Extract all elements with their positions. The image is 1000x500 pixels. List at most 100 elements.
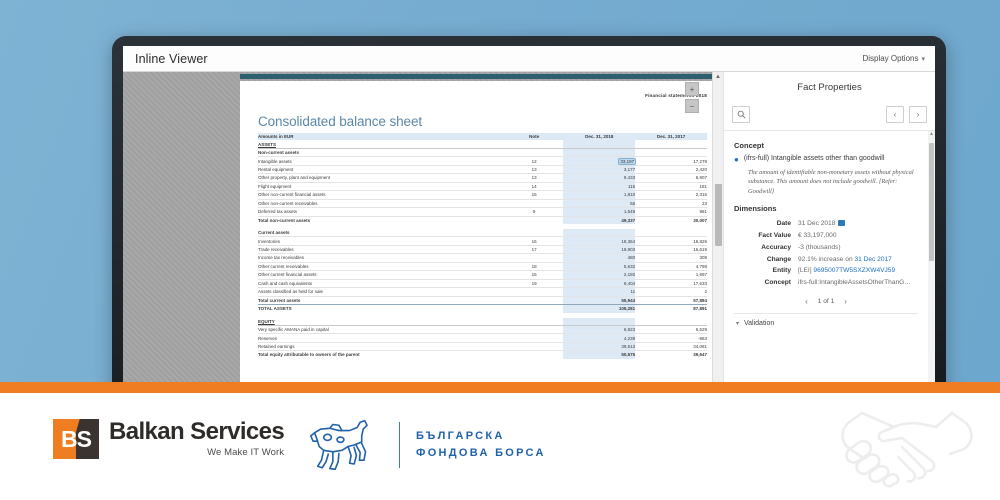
row-label: Other property, plant and equipment [258, 173, 505, 183]
fact-nav-buttons: ‹ › [886, 106, 927, 123]
row-value-year2[interactable]: 1,697 [635, 270, 707, 280]
row-value-year1[interactable]: 55,944 [563, 295, 636, 305]
row-value-year2[interactable] [635, 148, 707, 158]
row-label: Retained earnings [258, 342, 505, 352]
row-value-year2[interactable]: 39,647 [635, 350, 707, 359]
row-label: Income tax receivables [258, 253, 505, 263]
display-options-button[interactable]: Display Options ▾ [862, 54, 925, 63]
validation-label: Validation [744, 319, 775, 327]
row-value-year2[interactable]: 6,907 [635, 173, 707, 183]
row-value-year1[interactable] [563, 228, 636, 238]
row-value-year1[interactable]: 5,632 [563, 262, 636, 272]
row-label: Intangible assets [258, 156, 505, 166]
row-value-year1[interactable]: 11 [563, 287, 636, 297]
bs-monogram-icon: BS [53, 419, 99, 459]
row-value-year2[interactable] [635, 228, 707, 238]
app-header: Inline Viewer Display Options ▾ [123, 46, 935, 72]
row-value-year1[interactable]: 50,575 [563, 350, 636, 359]
row-value-year2[interactable]: 981 [635, 207, 707, 217]
row-label: Total non-current assets [258, 215, 505, 224]
row-value-year1[interactable]: 105,281 [563, 304, 636, 313]
row-value-year1[interactable] [563, 317, 636, 326]
row-value-year1[interactable]: 19,903 [563, 245, 636, 255]
row-value-year1[interactable]: 49,337 [563, 215, 636, 224]
row-label: ASSETS [258, 140, 505, 149]
row-value-year1[interactable]: 2,150 [563, 270, 636, 280]
pager-text: 1 of 1 [817, 297, 835, 305]
viewer-scroll-thumb[interactable] [715, 184, 722, 246]
row-value-year2[interactable]: 34,081 [635, 342, 707, 352]
search-icon[interactable] [732, 106, 750, 123]
laptop-frame: Inline Viewer Display Options ▾ Financia… [112, 36, 946, 382]
row-value-year1[interactable]: 1,810 [563, 190, 636, 200]
fact-scroll-up-icon[interactable]: ▲ [928, 131, 935, 138]
row-value-year2[interactable]: -963 [635, 333, 707, 343]
row-value-year2[interactable]: 309 [635, 253, 707, 263]
zoom-in-button[interactable]: + [685, 82, 699, 96]
row-value-year2[interactable]: 30,007 [635, 215, 707, 224]
row-value-year2[interactable]: 4,798 [635, 262, 707, 272]
row-value-year2[interactable]: 2,420 [635, 165, 707, 175]
row-value-year1[interactable]: 4,239 [563, 333, 636, 343]
table-row: Total current assets 55,944 57,884 [258, 295, 707, 305]
zoom-out-button[interactable]: − [685, 99, 699, 113]
row-value-year1[interactable]: 18,364 [563, 236, 636, 246]
row-value-year2[interactable]: 17,279 [635, 156, 707, 166]
row-note [504, 295, 564, 305]
table-row: Intangible assets 12 33,197 17,279 [258, 156, 707, 166]
handshake-glyph [841, 411, 973, 488]
table-row: Total equity attributable to owners of t… [258, 350, 707, 359]
document-accent-bar [240, 74, 723, 79]
fact-panel-scrollbar[interactable]: ▲ [928, 131, 935, 382]
row-value-year2[interactable]: 16,619 [635, 245, 707, 255]
footer: BS Balkan Services We Make IT Work БЪЛГА… [0, 393, 1000, 500]
row-value-year1[interactable]: 3,177 [563, 165, 636, 175]
row-value-year1[interactable]: 6,823 [563, 325, 636, 335]
row-value-year2[interactable]: 6,529 [635, 325, 707, 335]
row-value-year1[interactable] [563, 148, 636, 158]
scroll-up-arrow-icon[interactable]: ▲ [713, 72, 723, 82]
table-row: EQUITY [258, 317, 707, 326]
chevron-down-icon: ▾ [736, 320, 740, 327]
validation-section-toggle[interactable]: ▾ Validation [734, 312, 918, 327]
previous-fact-button[interactable]: ‹ [886, 106, 904, 123]
dimension-link[interactable]: 31 Dec 2017 [854, 256, 891, 263]
dimension-link[interactable]: 9695007TW5SXZXW4VJ59 [813, 267, 895, 274]
row-value-year1[interactable]: 9,404 [563, 279, 636, 289]
row-value-year2[interactable]: 16,826 [635, 236, 707, 246]
row-value-year2[interactable]: 57,884 [635, 295, 707, 305]
row-note: 16 [504, 236, 564, 246]
row-value-year2[interactable]: 2,316 [635, 190, 707, 200]
row-value-year2[interactable]: 2 [635, 287, 707, 297]
row-value-year1[interactable] [563, 140, 636, 149]
row-value-year2[interactable]: 181 [635, 182, 707, 192]
row-value-year1[interactable]: 9,433 [563, 173, 636, 183]
next-fact-button[interactable]: › [909, 106, 927, 123]
row-value-year2[interactable] [635, 317, 707, 326]
table-row: Cash and cash equivalents 19 9,404 17,633 [258, 279, 707, 289]
row-value-year2[interactable] [635, 140, 707, 149]
chart-icon[interactable] [838, 220, 846, 227]
selected-fact[interactable]: 33,197 [618, 157, 637, 165]
pager-prev-button[interactable]: ‹ [805, 297, 808, 306]
row-value-year1[interactable]: 1,549 [563, 207, 636, 217]
row-value-year1[interactable]: 115 [563, 182, 636, 192]
balkan-services-name: Balkan Services [109, 418, 285, 446]
row-value-year1[interactable]: 33,197 [563, 156, 637, 166]
row-note [504, 148, 564, 158]
dimension-key: Fact Value [758, 232, 791, 240]
pager-next-button[interactable]: › [844, 297, 847, 306]
dimensions-table: Date 31 Dec 2018 Fact Value € 33,197,000 Acc… [734, 218, 918, 289]
row-value-year1[interactable]: 480 [563, 253, 636, 263]
col-header-year2: Dec. 31, 2017 [635, 133, 707, 141]
row-value-year2[interactable]: 87,891 [635, 304, 707, 313]
row-value-year2[interactable]: 23 [635, 199, 707, 209]
row-label: Assets classified as held for sale [258, 287, 505, 297]
row-value-year1[interactable]: 39,513 [563, 342, 636, 352]
row-value-year1[interactable]: 56 [563, 199, 636, 209]
row-value-year2[interactable]: 17,633 [635, 279, 707, 289]
dimension-value: 31 Dec 2018 [798, 218, 918, 230]
row-note [504, 215, 564, 224]
viewer-scrollbar[interactable]: ▲ [712, 72, 723, 382]
fact-scroll-thumb[interactable] [929, 143, 934, 261]
